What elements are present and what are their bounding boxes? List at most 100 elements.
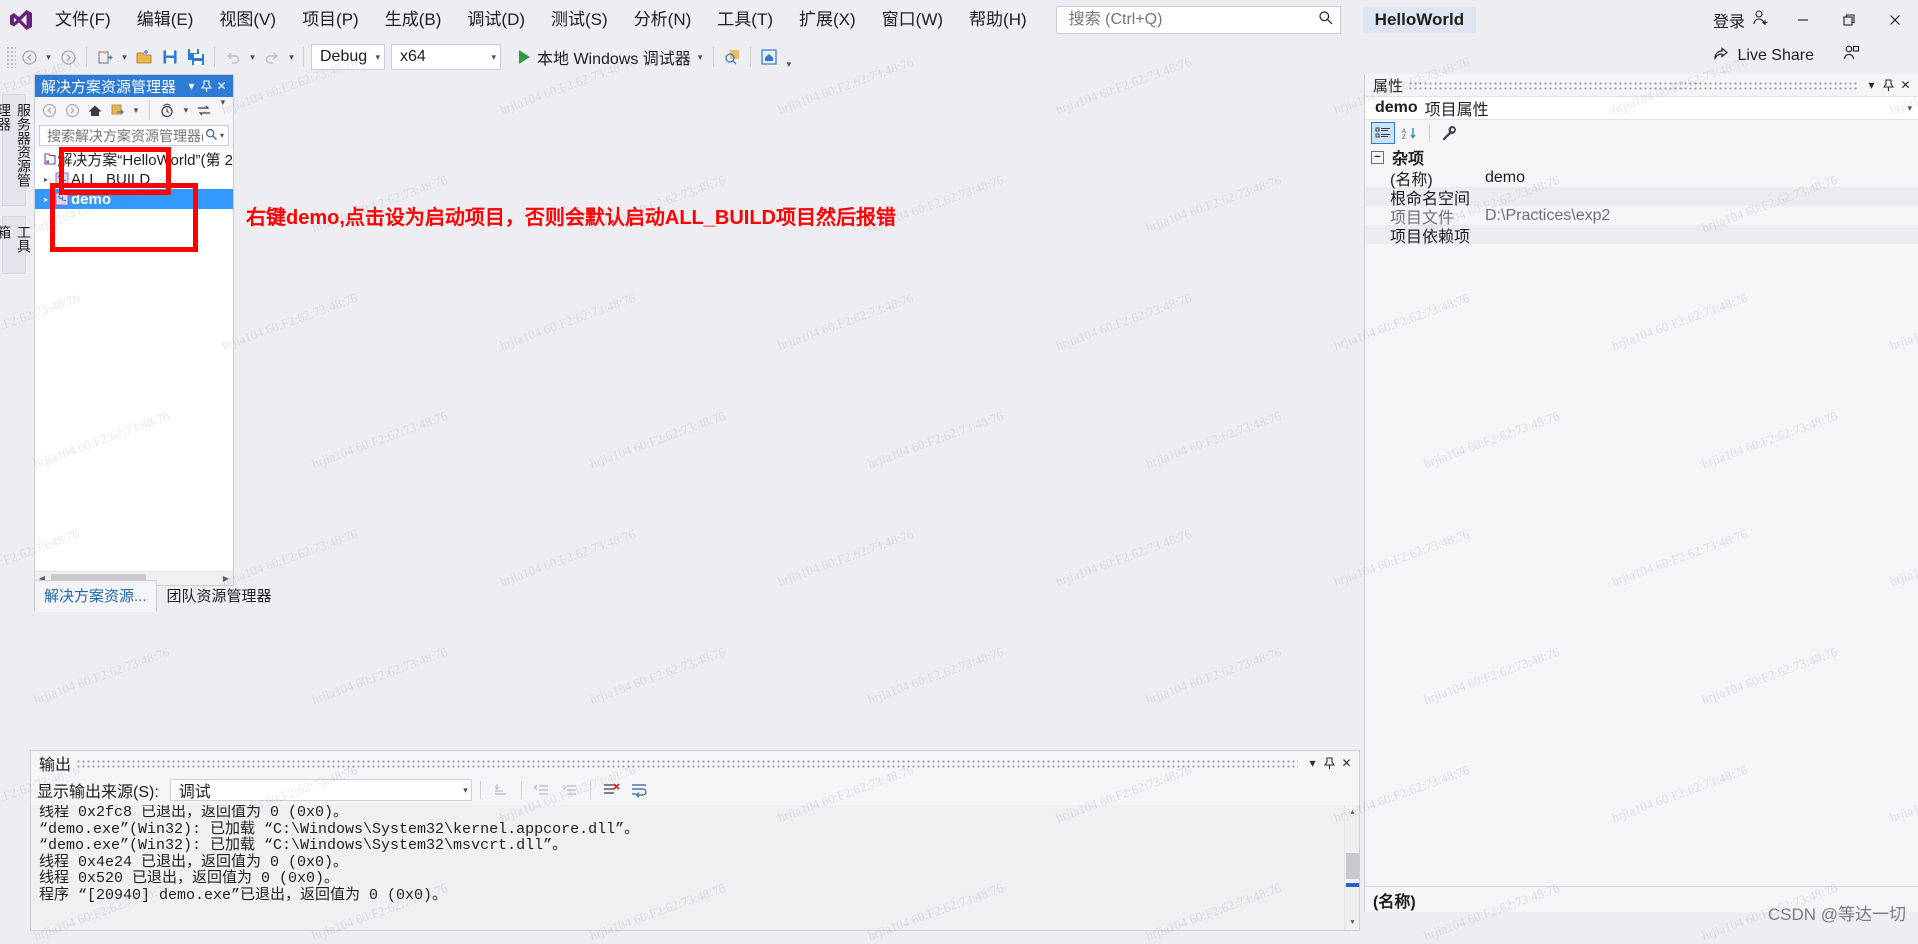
menu-debug[interactable]: 调试(D) (454, 0, 538, 40)
undo-icon[interactable] (220, 44, 246, 70)
menu-file[interactable]: 文件(F) (42, 0, 124, 40)
save-icon[interactable] (157, 44, 183, 70)
close-button[interactable] (1872, 0, 1918, 40)
toolbar-overflow-icon[interactable]: ▾ (782, 44, 795, 70)
home-window-icon[interactable] (756, 44, 782, 70)
property-value[interactable]: demo (1475, 169, 1918, 187)
output-title: 输出 (39, 751, 71, 775)
pin-icon[interactable] (1321, 754, 1338, 772)
sidebar-tab-server-explorer[interactable]: 服务器资源管理器 (2, 94, 26, 206)
go-to-previous-message-icon[interactable] (530, 779, 554, 801)
undo-dropdown-icon[interactable]: ▾ (246, 44, 259, 70)
toolbar-separator (750, 47, 751, 67)
output-source-combo[interactable]: 调试 ▾ (170, 779, 472, 801)
close-icon[interactable]: ✕ (214, 77, 229, 95)
menu-view[interactable]: 视图(V) (206, 0, 289, 40)
expander-icon[interactable]: ▸ (39, 195, 53, 204)
back-icon[interactable] (39, 99, 60, 121)
collapse-icon[interactable]: − (1371, 151, 1384, 164)
output-line: 线程 0x2fc8 已退出，返回值为 0 (0x0)。 (31, 805, 1359, 822)
properties-object-selector[interactable]: demo 项目属性 ▾ (1365, 96, 1918, 120)
tab-solution-explorer[interactable]: 解决方案资源... (34, 580, 157, 612)
solution-platform-combo[interactable]: x64 ▾ (391, 44, 501, 70)
navigate-forward-icon[interactable] (55, 44, 81, 70)
menu-test[interactable]: 测试(S) (538, 0, 621, 40)
property-pages-wrench-icon[interactable] (1437, 122, 1461, 144)
tree-item-solution[interactable]: 解决方案“HelloWorld”(第 2 (35, 149, 233, 169)
sidebar-tab-toolbox[interactable]: 工具箱 (2, 216, 26, 274)
close-icon[interactable]: ✕ (1897, 76, 1914, 94)
open-file-icon[interactable] (131, 44, 157, 70)
property-row-project-dependencies[interactable]: 项目依赖项 (1365, 225, 1918, 244)
maximize-restore-button[interactable] (1826, 0, 1872, 40)
chevron-down-icon[interactable]: ▾ (1907, 103, 1912, 114)
menu-build[interactable]: 生成(B) (372, 0, 455, 40)
solution-explorer-overflow-icon[interactable]: ▾ (217, 97, 229, 123)
sign-in-button[interactable]: 登录 (1703, 4, 1780, 36)
menu-analyze[interactable]: 分析(N) (621, 0, 705, 40)
expander-icon[interactable]: ▸ (39, 175, 53, 184)
pin-icon[interactable] (1880, 76, 1897, 94)
switch-views-icon[interactable] (107, 99, 128, 121)
scroll-down-icon[interactable]: ▼ (1345, 915, 1359, 930)
find-message-icon[interactable] (489, 779, 513, 801)
panel-menu-icon[interactable]: ▾ (1304, 754, 1321, 772)
quick-search-box[interactable] (1056, 6, 1341, 34)
redo-dropdown-icon[interactable]: ▾ (285, 44, 298, 70)
close-icon[interactable]: ✕ (1338, 754, 1355, 772)
start-debugging-button[interactable]: 本地 Windows 调试器 ▾ (513, 44, 708, 70)
pending-changes-dropdown-icon[interactable]: ▾ (180, 97, 192, 123)
watermark-text: hrjia104 60:F2:62:73:48:76 (1144, 644, 1284, 708)
menu-help[interactable]: 帮助(H) (956, 0, 1040, 40)
properties-grid[interactable]: − 杂项 (名称) demo 根命名空间 项目文件 D:\Practices\e… (1365, 146, 1918, 886)
panel-menu-icon[interactable]: ▾ (1863, 76, 1880, 94)
toolbar-grip[interactable] (6, 46, 16, 68)
panel-menu-icon[interactable]: ▾ (184, 77, 199, 95)
pending-changes-icon[interactable] (157, 99, 178, 121)
tree-item-all-build[interactable]: ▸ ALL_BUILD (35, 169, 233, 189)
switch-views-dropdown-icon[interactable]: ▾ (130, 97, 142, 123)
forward-icon[interactable] (62, 99, 83, 121)
menu-project[interactable]: 项目(P) (289, 0, 372, 40)
navigate-back-icon[interactable] (16, 44, 42, 70)
alphabetical-sort-icon[interactable]: AZ (1398, 122, 1422, 144)
solution-explorer-toolbar: ▾ ▾ ▾ (35, 97, 233, 123)
menu-edit[interactable]: 编辑(E) (124, 0, 207, 40)
new-project-dropdown-icon[interactable]: ▾ (118, 44, 131, 70)
scrollbar-thumb[interactable] (1346, 853, 1359, 879)
go-to-next-message-icon[interactable] (558, 779, 582, 801)
search-options-dropdown-icon[interactable]: ▾ (218, 131, 226, 140)
tree-item-demo[interactable]: ▸ demo (35, 189, 233, 209)
solution-configuration-combo[interactable]: Debug ▾ (311, 44, 385, 70)
solution-explorer-search-input[interactable] (45, 127, 205, 145)
toggle-word-wrap-icon[interactable] (627, 779, 651, 801)
new-project-icon[interactable] (92, 44, 118, 70)
tab-team-explorer[interactable]: 团队资源管理器 (157, 580, 282, 612)
categorized-view-icon[interactable] (1371, 122, 1395, 144)
output-console-text[interactable]: 线程 0x2fc8 已退出，返回值为 0 (0x0)。 “demo.exe”(W… (31, 805, 1359, 930)
watermark-text: hrjia104 60:F2:62:73:48:76 (498, 290, 638, 354)
left-tool-tab-strip: 服务器资源管理器 工具箱 (0, 74, 28, 724)
minimize-button[interactable] (1780, 0, 1826, 40)
search-input[interactable] (1067, 10, 1318, 30)
menu-extensions[interactable]: 扩展(X) (786, 0, 869, 40)
navigate-back-dropdown-icon[interactable]: ▾ (42, 44, 55, 70)
clear-output-icon[interactable] (599, 779, 623, 801)
menu-window[interactable]: 窗口(W) (869, 0, 956, 40)
save-all-icon[interactable] (183, 44, 209, 70)
live-share-button[interactable]: Live Share (1712, 44, 1861, 67)
menu-tools[interactable]: 工具(T) (704, 0, 786, 40)
output-line: “demo.exe”(Win32): 已加载 “C:\Windows\Syste… (31, 822, 1359, 839)
pin-icon[interactable] (199, 77, 214, 95)
sync-refresh-icon[interactable] (194, 99, 215, 121)
toolbox-label: 工具箱 (0, 225, 34, 265)
scroll-up-icon[interactable]: ▲ (1345, 805, 1359, 820)
output-line: 线程 0x520 已退出，返回值为 0 (0x0)。 (31, 871, 1359, 888)
solution-explorer-search-box[interactable]: ▾ (39, 125, 229, 146)
output-vertical-scrollbar[interactable]: ▲ ▼ (1344, 805, 1359, 930)
find-icon[interactable] (719, 44, 745, 70)
redo-icon[interactable] (259, 44, 285, 70)
solution-explorer-tree[interactable]: 解决方案“HelloWorld”(第 2 ▸ ALL_BUILD ▸ demo (35, 149, 233, 571)
home-icon[interactable] (84, 99, 105, 121)
watermark-text: hrjia104 60:F2:62:73:48:76 (866, 644, 1006, 708)
